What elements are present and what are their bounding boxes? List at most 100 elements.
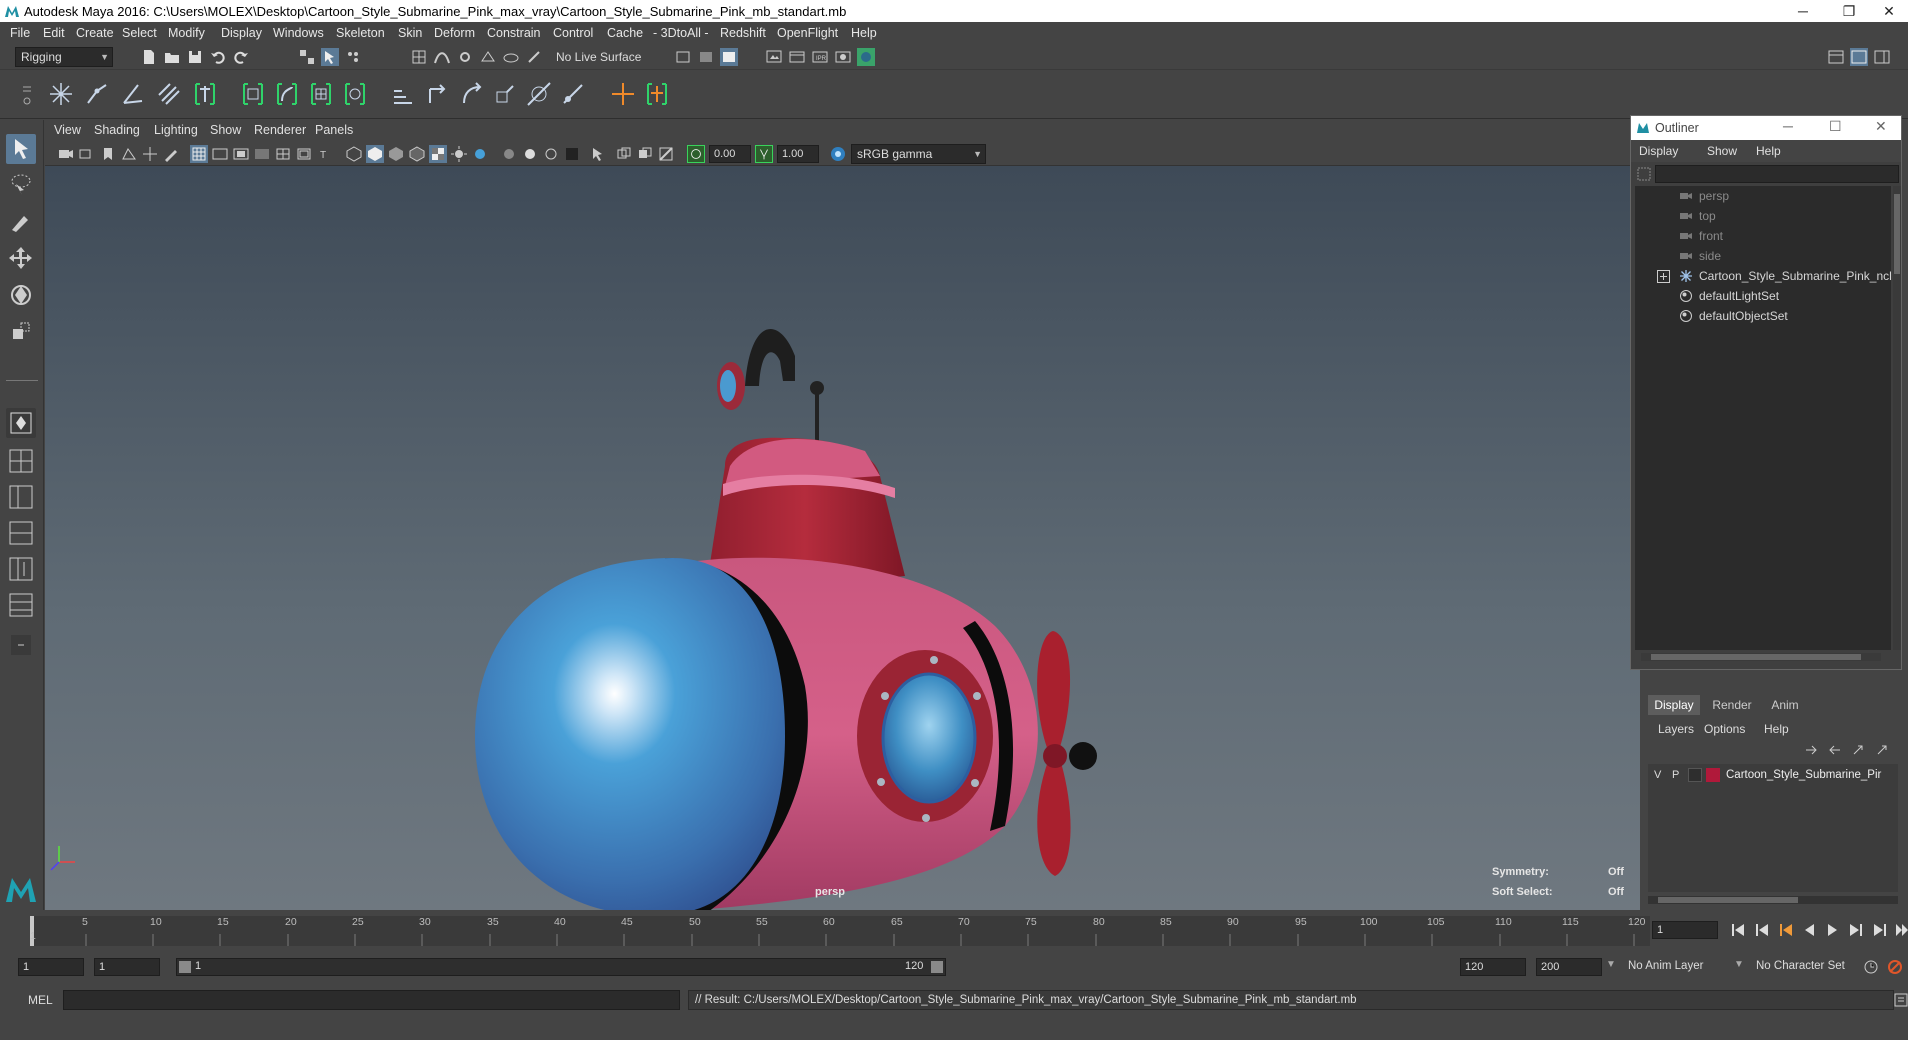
move-tool-icon[interactable]	[6, 244, 36, 274]
command-input[interactable]	[63, 990, 680, 1010]
layer-playback-toggle[interactable]: P	[1672, 769, 1679, 781]
redo-icon[interactable]	[232, 48, 250, 66]
isolate-select-icon[interactable]	[589, 145, 607, 163]
anti-aliasing-icon[interactable]	[657, 145, 675, 163]
gamma-field[interactable]: 1.00	[777, 145, 819, 163]
select-tool-icon[interactable]	[6, 134, 36, 164]
layer-tab-anim[interactable]: Anim	[1762, 695, 1808, 715]
panel-menu-lighting[interactable]: Lighting	[154, 123, 198, 137]
scale-constraint-icon[interactable]	[490, 79, 520, 109]
hypershade-layout-icon[interactable]	[6, 590, 36, 620]
open-scene-icon[interactable]	[163, 48, 181, 66]
outliner-search-input[interactable]	[1655, 165, 1899, 183]
playback-range-bar[interactable]: 1 120	[176, 958, 946, 976]
smooth-shade-icon[interactable]	[366, 145, 384, 163]
range-end-handle[interactable]	[931, 961, 943, 973]
gate-mask-icon[interactable]	[253, 145, 271, 163]
playback-end-field[interactable]: 120	[1460, 958, 1526, 976]
textured-icon[interactable]	[429, 145, 447, 163]
layer-create-icons[interactable]	[1804, 742, 1892, 758]
workspace-icon[interactable]	[1827, 48, 1845, 66]
menu-openflight[interactable]: OpenFlight	[777, 26, 838, 40]
render-settings-dialog-icon[interactable]	[834, 48, 852, 66]
layer-horizontal-scrollbar[interactable]	[1648, 896, 1898, 904]
new-scene-icon[interactable]	[140, 48, 158, 66]
backface-culling-icon[interactable]	[563, 145, 581, 163]
view-transform-selector[interactable]: sRGB gamma ▼	[851, 144, 986, 164]
playback-controls[interactable]	[1730, 921, 1908, 939]
menu-modify[interactable]: Modify	[168, 26, 205, 40]
layer-tab-render[interactable]: Render	[1706, 695, 1758, 715]
safe-title-icon[interactable]: T	[316, 145, 334, 163]
camera-attributes-icon[interactable]	[78, 145, 96, 163]
menu-constrain[interactable]: Constrain	[487, 26, 541, 40]
auto-key-icon[interactable]	[1862, 958, 1880, 976]
menu-deform[interactable]: Deform	[434, 26, 475, 40]
bookmark-icon[interactable]	[99, 145, 117, 163]
layer-menu-options[interactable]: Options	[1704, 722, 1745, 736]
nonlinear-bend-icon[interactable]	[272, 79, 302, 109]
exposure-field[interactable]: 0.00	[709, 145, 751, 163]
tool-settings-toggle-icon[interactable]	[1873, 48, 1891, 66]
film-gate-icon[interactable]	[211, 145, 229, 163]
character-set-selector[interactable]: No Character Set	[1756, 960, 1845, 972]
snap-surface-icon[interactable]	[502, 48, 520, 66]
use-all-lights-icon[interactable]	[450, 145, 468, 163]
single-view-layout-icon[interactable]	[6, 408, 36, 438]
menu-select[interactable]: Select	[122, 26, 157, 40]
outliner-item-submarine-group[interactable]: Cartoon_Style_Submarine_Pink_ncl1_	[1635, 266, 1891, 286]
menu-display[interactable]: Display	[221, 26, 262, 40]
safe-action-icon[interactable]	[295, 145, 313, 163]
outliner-menu-show[interactable]: Show	[1707, 144, 1737, 158]
construction-history-icon[interactable]	[697, 48, 715, 66]
select-hierarchy-icon[interactable]	[298, 48, 316, 66]
layer-color-swatch[interactable]	[1706, 768, 1720, 782]
exposure-icon[interactable]	[687, 145, 705, 163]
scale-tool-icon[interactable]	[6, 316, 36, 346]
motion-blur-icon[interactable]	[636, 145, 654, 163]
shelf-options-icon[interactable]	[20, 79, 34, 109]
render-frame-icon[interactable]	[788, 48, 806, 66]
anim-layer-chevron-icon[interactable]: ▼	[1606, 959, 1616, 970]
layer-menu-help[interactable]: Help	[1764, 722, 1789, 736]
outliner-menu-display[interactable]: Display	[1639, 144, 1678, 158]
playback-start-field[interactable]: 1	[94, 958, 160, 976]
snap-point-icon[interactable]	[456, 48, 474, 66]
menu-cache[interactable]: Cache	[607, 26, 643, 40]
outliner-minimize-button[interactable]: ─	[1783, 118, 1793, 134]
menu-edit[interactable]: Edit	[43, 26, 65, 40]
grease-pencil-icon[interactable]	[162, 145, 180, 163]
locator-icon[interactable]	[608, 79, 638, 109]
menu-3dtoall[interactable]: - 3DtoAll -	[653, 26, 709, 40]
rotate-tool-icon[interactable]	[6, 280, 36, 310]
grid-toggle-icon[interactable]	[190, 145, 208, 163]
panel-menu-panels[interactable]: Panels	[315, 123, 353, 137]
timeline-ruler[interactable]: 1 5 10 15 20 25 30 35 40 45 50 55 60 65 …	[30, 916, 1650, 946]
outliner-item-side[interactable]: side	[1635, 246, 1891, 266]
layer-tab-display[interactable]: Display	[1648, 695, 1700, 715]
layer-hscroll-thumb[interactable]	[1658, 897, 1798, 903]
panel-menu-show[interactable]: Show	[210, 123, 241, 137]
ik-handle-icon[interactable]	[82, 79, 112, 109]
outliner-close-button[interactable]: ✕	[1875, 118, 1887, 135]
undo-icon[interactable]	[209, 48, 227, 66]
save-scene-icon[interactable]	[186, 48, 204, 66]
select-camera-icon[interactable]	[57, 145, 75, 163]
view-transform-icon[interactable]	[829, 145, 847, 163]
shadows-icon[interactable]	[471, 145, 489, 163]
layer-row[interactable]: V P Cartoon_Style_Submarine_Pir	[1648, 766, 1898, 786]
snap-grid-icon[interactable]	[410, 48, 428, 66]
animation-start-field[interactable]: 1	[18, 958, 84, 976]
outliner-item-default-light-set[interactable]: defaultLightSet	[1635, 286, 1891, 306]
use-default-material-icon[interactable]	[387, 145, 405, 163]
layer-menu-layers[interactable]: Layers	[1658, 722, 1694, 736]
layer-name[interactable]: Cartoon_Style_Submarine_Pir	[1726, 769, 1881, 781]
screen-space-ao-icon[interactable]	[615, 145, 633, 163]
locator-bracket-icon[interactable]	[190, 79, 220, 109]
filter-icon[interactable]	[1637, 167, 1651, 181]
wrap-deformer-icon[interactable]	[340, 79, 370, 109]
minimize-button[interactable]: ─	[1780, 0, 1826, 22]
script-language-label[interactable]: MEL	[28, 993, 53, 1007]
make-live-icon[interactable]	[525, 48, 543, 66]
outliner-maximize-button[interactable]: ☐	[1829, 118, 1842, 135]
